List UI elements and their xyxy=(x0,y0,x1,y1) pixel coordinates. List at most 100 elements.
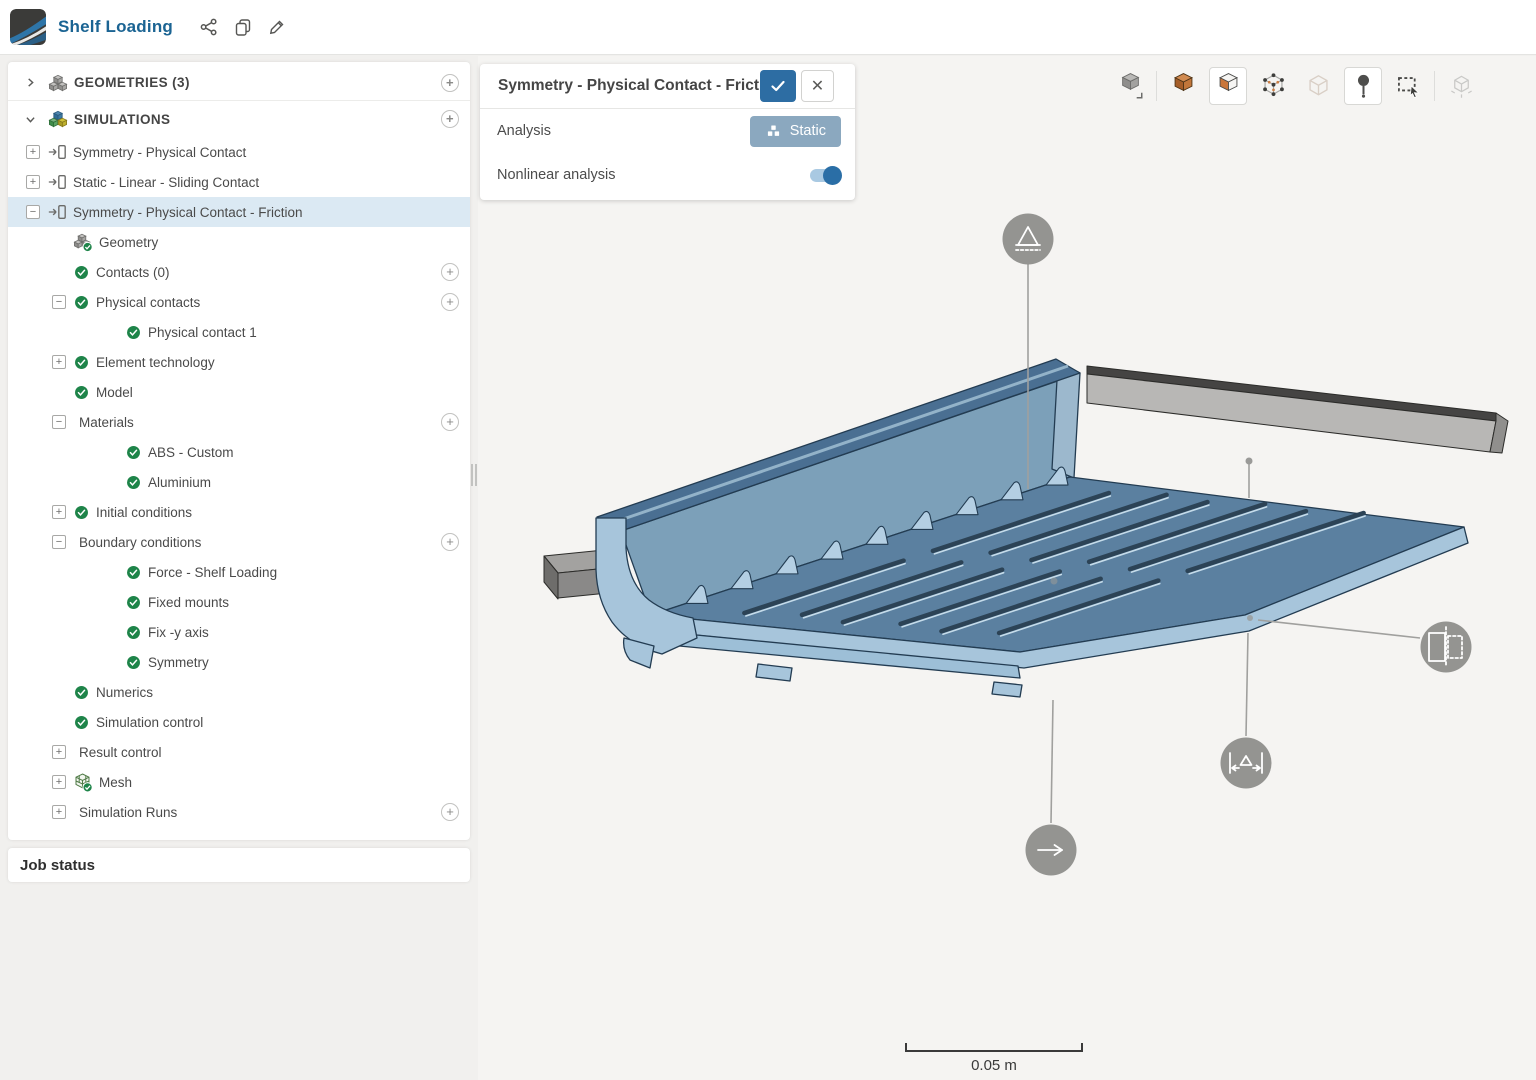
tree-item-aluminium[interactable]: Aluminium xyxy=(8,467,470,497)
probe-pin-icon[interactable] xyxy=(1344,67,1382,105)
volume-select-icon[interactable] xyxy=(1164,67,1202,105)
job-status-panel[interactable]: Job status xyxy=(8,848,470,882)
chevron-right-icon[interactable] xyxy=(22,76,38,89)
tree-item-force-shelf-loading[interactable]: Force - Shelf Loading xyxy=(8,557,470,587)
tree-item-label: Physical contacts xyxy=(96,295,200,310)
tree-item-label: Symmetry - Physical Contact xyxy=(73,145,246,160)
project-tree-panel: GEOMETRIES (3)+SIMULATIONS++Symmetry - P… xyxy=(8,62,470,840)
expand-toggle[interactable]: − xyxy=(52,535,66,549)
tree-item-label: Simulation control xyxy=(96,715,203,730)
expand-toggle[interactable]: + xyxy=(52,805,66,819)
add-button[interactable]: + xyxy=(441,803,459,821)
chevron-down-icon[interactable] xyxy=(22,113,38,126)
analysis-type-button[interactable]: Static xyxy=(750,116,841,147)
expand-toggle[interactable]: − xyxy=(26,205,40,219)
add-button[interactable]: + xyxy=(441,74,459,92)
tree-item-element-technology[interactable]: + Element technology xyxy=(8,347,470,377)
share-icon[interactable] xyxy=(199,17,219,37)
tree-item-model[interactable]: Model xyxy=(8,377,470,407)
nonlinear-toggle[interactable] xyxy=(810,169,839,182)
expand-toggle[interactable]: − xyxy=(52,295,66,309)
tree-item-symmetry[interactable]: Symmetry xyxy=(8,647,470,677)
viewport-toolbar xyxy=(1111,67,1480,105)
app-header: Shelf Loading xyxy=(0,0,1536,55)
expand-toggle[interactable]: + xyxy=(26,175,40,189)
tree-item-materials[interactable]: −Materials+ xyxy=(8,407,470,437)
tree-item-boundary-conditions[interactable]: −Boundary conditions + xyxy=(8,527,470,557)
tree-item-label: Boundary conditions xyxy=(79,535,201,550)
tree-item-label: Symmetry - Physical Contact - Friction xyxy=(73,205,303,220)
tree-item-static-linear-sliding-contact[interactable]: + Static - Linear - Sliding Contact xyxy=(8,167,470,197)
tree-item-symmetry-physical-contact[interactable]: + Symmetry - Physical Contact xyxy=(8,137,470,167)
tree-item-geometries-3[interactable]: GEOMETRIES (3)+ xyxy=(8,65,470,101)
simulation-run-icon xyxy=(47,142,67,162)
tree-item-simulation-control[interactable]: Simulation control xyxy=(8,707,470,737)
app-logo-icon[interactable] xyxy=(10,9,46,45)
tree-item-physical-contact-1[interactable]: Physical contact 1 xyxy=(8,317,470,347)
tree-item-result-control[interactable]: +Result control xyxy=(8,737,470,767)
body-select-icon[interactable] xyxy=(1111,67,1149,105)
analysis-cubes-icon xyxy=(765,123,782,140)
tree-item-contacts-0[interactable]: Contacts (0) + xyxy=(8,257,470,287)
tree-item-symmetry-physical-contact-friction[interactable]: − Symmetry - Physical Contact - Friction xyxy=(8,197,470,227)
force-arrow-marker[interactable] xyxy=(1026,825,1077,876)
tree-item-label: Fixed mounts xyxy=(148,595,229,610)
symmetry-plane-marker[interactable] xyxy=(1421,622,1472,673)
expand-toggle[interactable]: + xyxy=(52,775,66,789)
fixed-support-marker[interactable] xyxy=(1003,214,1054,265)
tree-item-numerics[interactable]: Numerics xyxy=(8,677,470,707)
add-button[interactable]: + xyxy=(441,293,459,311)
status-check-icon xyxy=(125,324,142,341)
panel-resize-grip[interactable] xyxy=(471,464,479,486)
confirm-button[interactable] xyxy=(760,70,796,102)
viewport-3d[interactable] xyxy=(478,56,1536,1080)
assembly-select-icon xyxy=(1442,67,1480,105)
box-select-icon[interactable] xyxy=(1389,67,1427,105)
tree-item-simulation-runs[interactable]: +Simulation Runs+ xyxy=(8,797,470,827)
tree-item-physical-contacts[interactable]: − Physical contacts + xyxy=(8,287,470,317)
tree-item-label: Symmetry xyxy=(148,655,209,670)
status-check-icon xyxy=(73,264,90,281)
add-button[interactable]: + xyxy=(441,533,459,551)
vertex-select-icon[interactable] xyxy=(1254,67,1292,105)
status-check-icon xyxy=(73,684,90,701)
status-check-icon xyxy=(73,294,90,311)
add-button[interactable]: + xyxy=(441,110,459,128)
status-check-icon xyxy=(125,444,142,461)
face-select-icon[interactable] xyxy=(1209,67,1247,105)
tree-item-label: Numerics xyxy=(96,685,153,700)
tree-item-label: Force - Shelf Loading xyxy=(148,565,277,580)
tree-item-fix-y-axis[interactable]: Fix -y axis xyxy=(8,617,470,647)
status-check-icon xyxy=(73,504,90,521)
status-check-icon xyxy=(73,714,90,731)
expand-toggle[interactable]: + xyxy=(26,145,40,159)
expand-toggle[interactable]: + xyxy=(52,745,66,759)
expand-toggle[interactable]: − xyxy=(52,415,66,429)
tree-item-label: Contacts (0) xyxy=(96,265,170,280)
tree-item-fixed-mounts[interactable]: Fixed mounts xyxy=(8,587,470,617)
analysis-label: Analysis xyxy=(497,123,750,139)
analysis-value: Static xyxy=(790,123,826,139)
close-button[interactable]: ✕ xyxy=(801,70,834,102)
expand-toggle[interactable]: + xyxy=(52,355,66,369)
edit-pencil-icon[interactable] xyxy=(267,17,287,37)
status-check-icon xyxy=(125,474,142,491)
add-button[interactable]: + xyxy=(441,413,459,431)
tree-item-simulations[interactable]: SIMULATIONS+ xyxy=(8,101,470,137)
tree-item-label: Aluminium xyxy=(148,475,211,490)
tree-item-label: Static - Linear - Sliding Contact xyxy=(73,175,259,190)
tree-item-initial-conditions[interactable]: + Initial conditions xyxy=(8,497,470,527)
tree-item-geometry[interactable]: Geometry xyxy=(8,227,470,257)
simulation-run-icon xyxy=(47,172,67,192)
expand-toggle[interactable]: + xyxy=(52,505,66,519)
tree-item-abs-custom[interactable]: ABS - Custom xyxy=(8,437,470,467)
simulation-run-icon xyxy=(47,202,67,222)
tree-item-mesh[interactable]: + Mesh xyxy=(8,767,470,797)
duplicate-icon[interactable] xyxy=(233,17,253,37)
add-button[interactable]: + xyxy=(441,263,459,281)
tree-item-label: Mesh xyxy=(99,775,132,790)
status-check-icon xyxy=(125,564,142,581)
status-check-icon xyxy=(73,384,90,401)
slider-constraint-marker[interactable] xyxy=(1221,738,1272,789)
edge-select-icon xyxy=(1299,67,1337,105)
